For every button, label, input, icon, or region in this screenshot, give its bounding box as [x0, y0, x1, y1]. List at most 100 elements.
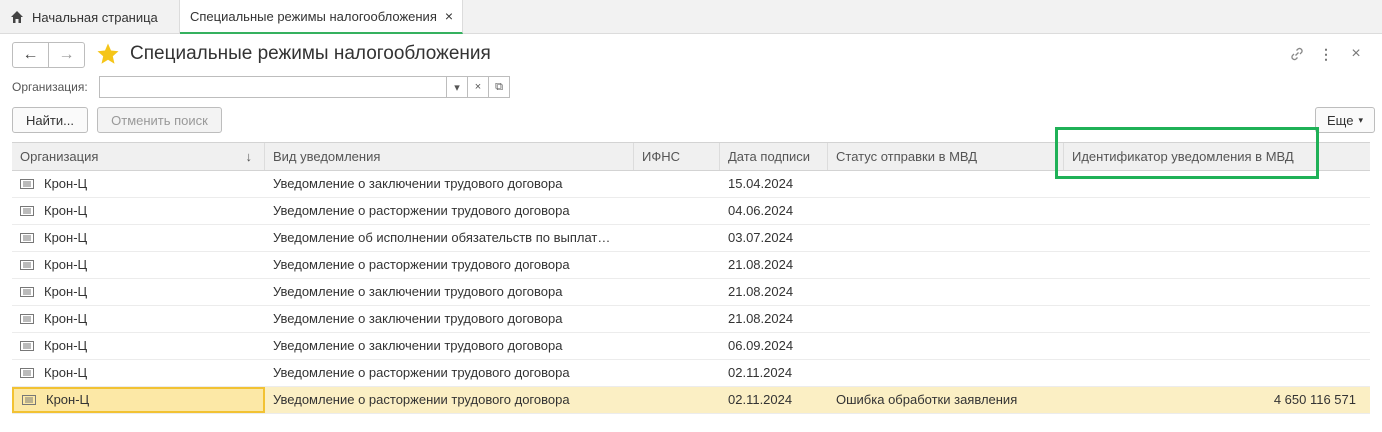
cell-mvd-status[interactable] — [828, 225, 1064, 251]
forward-button[interactable]: → — [48, 43, 84, 67]
cell-notification-type[interactable]: Уведомление о заключении трудового догов… — [265, 279, 634, 305]
cell-mvd-id[interactable] — [1064, 306, 1370, 332]
cell-ifns[interactable] — [634, 279, 720, 305]
notifications-table: Организация ↓ Вид уведомления ИФНС Дата … — [12, 142, 1370, 414]
highlight-box — [1055, 127, 1319, 179]
organization-name: Крон-Ц — [44, 203, 88, 218]
cell-notification-type[interactable]: Уведомление о расторжении трудового дого… — [265, 360, 634, 386]
cell-organization[interactable]: Крон-Ц — [12, 198, 265, 224]
cell-ifns[interactable] — [634, 198, 720, 224]
cell-mvd-status[interactable] — [828, 198, 1064, 224]
cell-sign-date[interactable]: 02.11.2024 — [720, 360, 828, 386]
cell-mvd-status[interactable] — [828, 252, 1064, 278]
cell-notification-type[interactable]: Уведомление об исполнении обязательств п… — [265, 225, 634, 251]
more-button-label: Еще — [1327, 112, 1354, 128]
organization-name: Крон-Ц — [44, 365, 88, 380]
cell-mvd-id[interactable] — [1064, 198, 1370, 224]
cell-sign-date[interactable]: 21.08.2024 — [720, 279, 828, 305]
cell-sign-date[interactable]: 04.06.2024 — [720, 198, 828, 224]
organization-name: Крон-Ц — [44, 284, 88, 299]
find-button[interactable]: Найти... — [12, 107, 88, 133]
cell-ifns[interactable] — [634, 252, 720, 278]
table-row[interactable]: Крон-Ц Уведомление об исполнении обязател… — [12, 225, 1370, 252]
table-row[interactable]: Крон-Ц Уведомление о расторжении трудовог… — [12, 252, 1370, 279]
cell-ifns[interactable] — [634, 333, 720, 359]
column-header-status[interactable]: Статус отправки в МВД — [828, 143, 1064, 170]
cell-mvd-id[interactable] — [1064, 360, 1370, 386]
cell-mvd-status[interactable]: Ошибка обработки заявления — [828, 387, 1064, 413]
cell-mvd-status[interactable] — [828, 333, 1064, 359]
cell-ifns[interactable] — [634, 360, 720, 386]
cell-ifns[interactable] — [634, 306, 720, 332]
column-header-ifns[interactable]: ИФНС — [634, 143, 720, 170]
close-window-icon[interactable]: × — [1346, 44, 1366, 64]
cell-ifns[interactable] — [634, 171, 720, 197]
tab-special-tax-regimes[interactable]: Специальные режимы налогообложения × — [180, 0, 463, 34]
cell-notification-type[interactable]: Уведомление о расторжении трудового дого… — [265, 387, 634, 413]
cell-mvd-status[interactable] — [828, 279, 1064, 305]
more-actions-icon[interactable]: ⋮ — [1316, 44, 1336, 64]
cell-mvd-status[interactable] — [828, 171, 1064, 197]
cell-sign-date[interactable]: 21.08.2024 — [720, 306, 828, 332]
cell-mvd-id[interactable] — [1064, 252, 1370, 278]
cell-organization[interactable]: Крон-Ц — [12, 360, 265, 386]
organization-clear-icon[interactable]: × — [467, 76, 489, 98]
cancel-search-button[interactable]: Отменить поиск — [97, 107, 222, 133]
cell-mvd-id[interactable] — [1064, 333, 1370, 359]
table-row[interactable]: Крон-Ц Уведомление о заключении трудового… — [12, 279, 1370, 306]
more-button[interactable]: Еще ▾ — [1315, 107, 1375, 133]
column-header-date[interactable]: Дата подписи — [720, 143, 828, 170]
cell-notification-type[interactable]: Уведомление о заключении трудового догов… — [265, 171, 634, 197]
cell-notification-type[interactable]: Уведомление о расторжении трудового дого… — [265, 198, 634, 224]
cell-sign-date[interactable]: 03.07.2024 — [720, 225, 828, 251]
organization-dropdown-icon[interactable]: ▾ — [446, 76, 468, 98]
cell-organization[interactable]: Крон-Ц — [12, 279, 265, 305]
favorite-star-icon[interactable] — [96, 42, 120, 66]
organization-name: Крон-Ц — [44, 176, 88, 191]
cell-notification-type[interactable]: Уведомление о расторжении трудового дого… — [265, 252, 634, 278]
cell-organization[interactable]: Крон-Ц — [12, 333, 265, 359]
cell-sign-date[interactable]: 06.09.2024 — [720, 333, 828, 359]
document-icon — [20, 367, 34, 378]
cell-ifns[interactable] — [634, 387, 720, 413]
cell-organization[interactable]: Крон-Ц — [12, 252, 265, 278]
organization-name: Крон-Ц — [46, 392, 90, 407]
cell-mvd-id[interactable]: 4 650 116 571 — [1064, 387, 1370, 413]
table-body: Крон-Ц Уведомление о заключении трудового… — [12, 171, 1370, 414]
cell-notification-type[interactable]: Уведомление о заключении трудового догов… — [265, 333, 634, 359]
organization-name: Крон-Ц — [44, 311, 88, 326]
table-row[interactable]: Крон-Ц Уведомление о расторжении трудовог… — [12, 360, 1370, 387]
cell-sign-date[interactable]: 21.08.2024 — [720, 252, 828, 278]
table-row[interactable]: Крон-Ц Уведомление о заключении трудового… — [12, 306, 1370, 333]
cell-mvd-status[interactable] — [828, 360, 1064, 386]
sort-down-icon: ↓ — [245, 149, 253, 164]
back-button[interactable]: ← — [13, 43, 48, 67]
cell-organization[interactable]: Крон-Ц — [12, 171, 265, 197]
table-row[interactable]: Крон-Ц Уведомление о расторжении трудовог… — [12, 198, 1370, 225]
document-icon — [20, 286, 34, 297]
cell-organization[interactable]: Крон-Ц — [12, 306, 265, 332]
cell-sign-date[interactable]: 15.04.2024 — [720, 171, 828, 197]
cell-mvd-id[interactable] — [1064, 279, 1370, 305]
table-row[interactable]: Крон-Ц Уведомление о расторжении трудовог… — [12, 387, 1370, 414]
cell-ifns[interactable] — [634, 225, 720, 251]
cell-mvd-id[interactable] — [1064, 225, 1370, 251]
organization-open-icon[interactable]: ⧉ — [488, 76, 510, 98]
cell-notification-type[interactable]: Уведомление о заключении трудового догов… — [265, 306, 634, 332]
document-icon — [20, 340, 34, 351]
cell-sign-date[interactable]: 02.11.2024 — [720, 387, 828, 413]
cell-mvd-status[interactable] — [828, 306, 1064, 332]
link-icon[interactable] — [1287, 44, 1307, 64]
cell-organization[interactable]: Крон-Ц — [12, 225, 265, 251]
tab-home[interactable]: Начальная страница — [0, 0, 180, 34]
tab-close-icon[interactable]: × — [445, 8, 453, 24]
column-header-type[interactable]: Вид уведомления — [265, 143, 634, 170]
organization-input[interactable] — [99, 76, 447, 98]
column-header-organization[interactable]: Организация ↓ — [12, 143, 265, 170]
document-icon — [20, 313, 34, 324]
cell-organization[interactable]: Крон-Ц — [12, 387, 265, 413]
tab-bar: Начальная страница Специальные режимы на… — [0, 0, 1382, 34]
column-header-label: Организация — [20, 149, 99, 164]
tab-active-label: Специальные режимы налогообложения — [190, 8, 437, 24]
table-row[interactable]: Крон-Ц Уведомление о заключении трудового… — [12, 333, 1370, 360]
